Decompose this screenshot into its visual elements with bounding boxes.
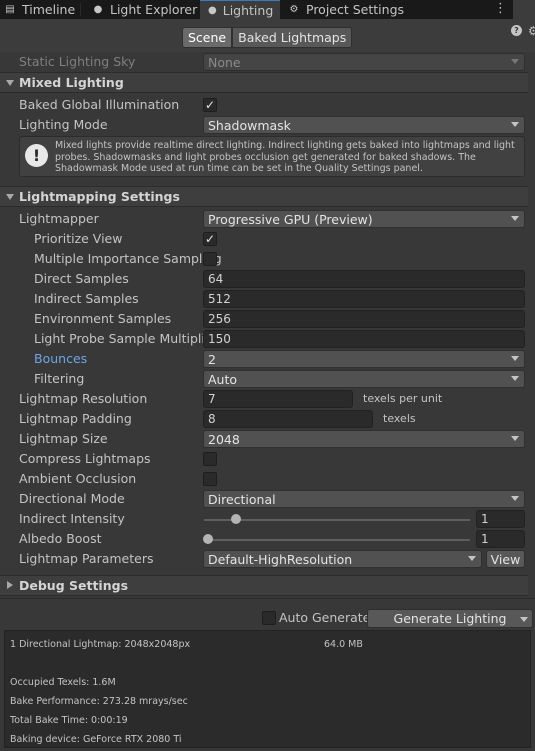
- chevron-down-icon: [511, 496, 519, 501]
- light-probe-multiplier-field[interactable]: 150: [203, 330, 525, 348]
- bounces-dropdown[interactable]: 2: [203, 350, 525, 368]
- lighting-toolbar: Scene Baked Lightmaps: [0, 19, 535, 52]
- environment-samples-field[interactable]: 256: [203, 310, 525, 328]
- tab-light-explorer[interactable]: ● Light Explorer: [92, 0, 198, 19]
- direct-samples-row: Direct Samples 64: [0, 269, 535, 289]
- scene-tab-button[interactable]: Scene: [182, 27, 233, 48]
- chevron-down-icon: [511, 376, 519, 381]
- lightbulb-icon: ●: [208, 4, 217, 16]
- lightmapper-dropdown[interactable]: Progressive GPU (Preview): [203, 210, 525, 228]
- albedo-boost-slider-thumb[interactable]: [203, 534, 213, 544]
- lightmap-memory: 64.0 MB: [324, 639, 363, 650]
- timeline-icon: ▤: [5, 4, 15, 15]
- scrollbar[interactable]: [528, 52, 535, 598]
- environment-samples-row: Environment Samples 256: [0, 309, 535, 329]
- indirect-intensity-field[interactable]: 1: [476, 510, 525, 528]
- more-options-icon[interactable]: ⋮: [494, 1, 507, 16]
- lightmap-resolution-field[interactable]: 7: [203, 390, 353, 408]
- foldout-expanded-icon: [6, 80, 14, 86]
- chevron-down-icon: [511, 356, 519, 361]
- albedo-boost-field[interactable]: 1: [476, 530, 525, 548]
- light-probe-multiplier-row: Light Probe Sample Multiplier 150: [0, 329, 535, 349]
- compress-lightmaps-checkbox[interactable]: [203, 452, 217, 466]
- lightmap-padding-row: Lightmap Padding 8 texels: [19, 410, 416, 428]
- static-lighting-sky-dropdown[interactable]: None: [203, 53, 525, 71]
- compress-lightmaps-row: Compress Lightmaps: [0, 449, 535, 469]
- baked-lightmaps-tab-button[interactable]: Baked Lightmaps: [232, 27, 353, 48]
- chevron-down-icon: [511, 59, 519, 64]
- lightmap-padding-field[interactable]: 8: [203, 410, 373, 428]
- foldout-expanded-icon: [6, 194, 14, 200]
- chevron-down-icon: [468, 556, 476, 561]
- chevron-down-icon: [511, 436, 519, 441]
- baking-device: Baking device: GeForce RTX 2080 Ti: [10, 734, 182, 745]
- prioritize-view-checkbox[interactable]: ✓: [203, 232, 217, 246]
- tab-bar: ▤ Timeline ● Light Explorer ● Lighting ⚙…: [0, 0, 535, 19]
- mis-row: Multiple Importance Sampling: [34, 251, 222, 266]
- prioritize-view-row: Prioritize View ✓: [34, 231, 217, 246]
- lightmap-count: 1 Directional Lightmap: 2048x2048px: [10, 639, 191, 650]
- albedo-boost-row: Albedo Boost 1: [0, 529, 535, 549]
- chevron-down-icon[interactable]: [520, 617, 528, 622]
- tab-lighting[interactable]: ● Lighting: [200, 0, 280, 19]
- ambient-occlusion-row: Ambient Occlusion: [0, 469, 535, 489]
- indirect-intensity-slider-track[interactable]: [204, 519, 470, 521]
- lightmapper-row: Lightmapper Progressive GPU (Preview): [0, 209, 535, 229]
- mixed-lighting-header[interactable]: Mixed Lighting: [0, 72, 535, 93]
- directional-mode-dropdown[interactable]: Directional: [203, 490, 525, 508]
- lightmapping-settings-header[interactable]: Lightmapping Settings: [0, 186, 535, 207]
- direct-samples-field[interactable]: 64: [203, 270, 525, 288]
- indirect-samples-row: Indirect Samples 512: [0, 289, 535, 309]
- filtering-dropdown[interactable]: Auto: [203, 370, 525, 388]
- warning-icon: !: [25, 144, 48, 167]
- ambient-occlusion-checkbox[interactable]: [203, 472, 217, 486]
- view-toggle: Scene Baked Lightmaps: [182, 27, 353, 48]
- chevron-down-icon: [511, 216, 519, 221]
- lightbulb-icon: ●: [93, 4, 103, 15]
- gear-icon: ⚙: [289, 4, 299, 15]
- view-parameters-button[interactable]: View: [486, 550, 525, 568]
- bake-statistics: 1 Directional Lightmap: 2048x2048px 64.0…: [4, 630, 531, 748]
- lighting-mode-row: Lighting Mode Shadowmask: [0, 115, 535, 135]
- baked-gi-checkbox[interactable]: ✓: [203, 98, 217, 112]
- tab-project-settings[interactable]: ⚙ Project Settings: [288, 0, 405, 19]
- indirect-intensity-row: Indirect Intensity 1: [0, 509, 535, 529]
- total-bake-time: Total Bake Time: 0:00:19: [10, 715, 128, 726]
- lightmap-resolution-row: Lightmap Resolution 7 texels per unit: [19, 390, 443, 408]
- help-icon[interactable]: ?: [511, 25, 522, 36]
- albedo-boost-slider-track[interactable]: [204, 539, 470, 541]
- filtering-row: Filtering Auto: [0, 369, 535, 389]
- baked-gi-row: Baked Global Illumination ✓: [19, 97, 217, 112]
- directional-mode-row: Directional Mode Directional: [0, 489, 535, 509]
- tab-divider: [80, 3, 81, 16]
- occupied-texels: Occupied Texels: 1.6M: [10, 677, 116, 688]
- debug-settings-header[interactable]: Debug Settings: [0, 575, 535, 596]
- indirect-samples-field[interactable]: 512: [203, 290, 525, 308]
- lightmap-size-dropdown[interactable]: 2048: [203, 430, 525, 448]
- lightmap-parameters-row: Lightmap Parameters Default-HighResoluti…: [0, 549, 535, 569]
- generate-lighting-button[interactable]: Generate Lighting: [367, 609, 533, 628]
- tab-overflow-button[interactable]: [513, 0, 535, 19]
- lighting-mode-dropdown[interactable]: Shadowmask: [203, 116, 525, 134]
- settings-gear-icon[interactable]: ⚙: [528, 24, 535, 38]
- bake-controls: Auto Generate Generate Lighting: [0, 598, 535, 630]
- bounces-row: Bounces 2: [0, 349, 535, 369]
- tab-timeline[interactable]: ▤ Timeline: [4, 0, 75, 19]
- lighting-settings-panel: Static Lighting Sky None Mixed Lighting …: [0, 52, 535, 598]
- foldout-collapsed-icon: [7, 581, 13, 589]
- static-lighting-sky-row: Static Lighting Sky None: [0, 52, 535, 72]
- lightmap-parameters-dropdown[interactable]: Default-HighResolution: [203, 550, 482, 568]
- indirect-intensity-slider-thumb[interactable]: [231, 514, 242, 524]
- bake-performance: Bake Performance: 273.28 mrays/sec: [10, 696, 188, 707]
- mis-checkbox[interactable]: [203, 252, 217, 266]
- lightmap-size-row: Lightmap Size 2048: [0, 429, 535, 449]
- chevron-down-icon: [511, 122, 519, 127]
- auto-generate-checkbox[interactable]: [262, 611, 276, 625]
- mixed-lighting-info-box: ! Mixed lights provide realtime direct l…: [19, 136, 525, 177]
